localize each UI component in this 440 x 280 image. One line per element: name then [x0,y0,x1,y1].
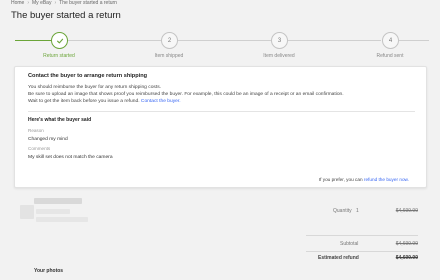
estimated-refund-value: $4,699.99 [395,255,418,261]
progress-track [178,40,271,41]
card-divider [28,111,415,112]
subtotal-label: Subtotal [340,241,359,247]
card-heading: Contact the buyer to arrange return ship… [28,73,148,79]
item-meta-redacted [36,217,88,222]
progress-track [67,40,161,41]
info-upload-proof-text: Be sure to upload an image that shows pr… [28,92,344,97]
step-1-label: Return started [43,53,75,59]
comments-label: Comments [28,146,51,151]
breadcrumb-separator: › [54,0,57,6]
refund-buyer-now-link[interactable]: refund the buyer now. [364,177,409,182]
summary-divider [306,251,418,252]
return-progress-stepper: 2 3 4 Return started Item shipped Item d… [0,29,440,64]
progress-track [288,40,381,41]
info-reimburse-text: You should reimburse the buyer for any r… [28,85,162,90]
step-4-circle: 4 [382,32,399,49]
contact-buyer-link[interactable]: Contact the buyer. [141,99,181,104]
item-meta-redacted [36,209,70,214]
refund-now-prompt: If you prefer, you can refund the buyer … [319,177,409,182]
breadcrumb-separator: › [27,0,30,6]
checkmark-icon [56,38,63,43]
item-thumbnail[interactable] [20,205,34,219]
step-1-circle [51,32,68,49]
info-wait-text: Wait to get the item back before you iss… [28,99,181,104]
breadcrumb-my-ebay[interactable]: My eBay [32,0,51,6]
progress-track [399,40,429,41]
return-instructions-card: Contact the buyer to arrange return ship… [14,66,427,188]
item-price: $4,699.99 [395,208,418,214]
comments-value: My skill set does not match the camera [28,155,113,160]
estimated-refund-label: Estimated refund [318,255,359,261]
summary-divider [306,235,418,236]
reason-value: Changed my mind [28,137,68,142]
your-photos-heading: Your photos [34,268,64,274]
subtotal-value: $4,699.99 [395,241,418,247]
quantity-value: 1 [356,208,359,214]
breadcrumb: Home › My eBay › The buyer started a return [11,0,117,6]
breadcrumb-home[interactable]: Home [11,0,24,6]
item-title-redacted [34,198,82,204]
progress-track-completed [15,39,52,41]
quantity-label: Quantity [333,208,352,214]
step-3-circle: 3 [271,32,288,49]
step-2-circle: 2 [161,32,178,49]
step-2-label: Item shipped [154,53,184,59]
page-title: The buyer started a return [11,10,121,21]
reason-label: Reason [28,128,44,133]
step-4-label: Refund sent [376,53,404,59]
buyer-said-heading: Here's what the buyer said [28,117,92,123]
step-3-label: Item delivered [263,53,295,59]
info-wait-sentence: Wait to get the item back before you iss… [28,99,140,104]
breadcrumb-current: The buyer started a return [59,0,117,6]
refund-prompt-text: If you prefer, you can [318,177,363,182]
